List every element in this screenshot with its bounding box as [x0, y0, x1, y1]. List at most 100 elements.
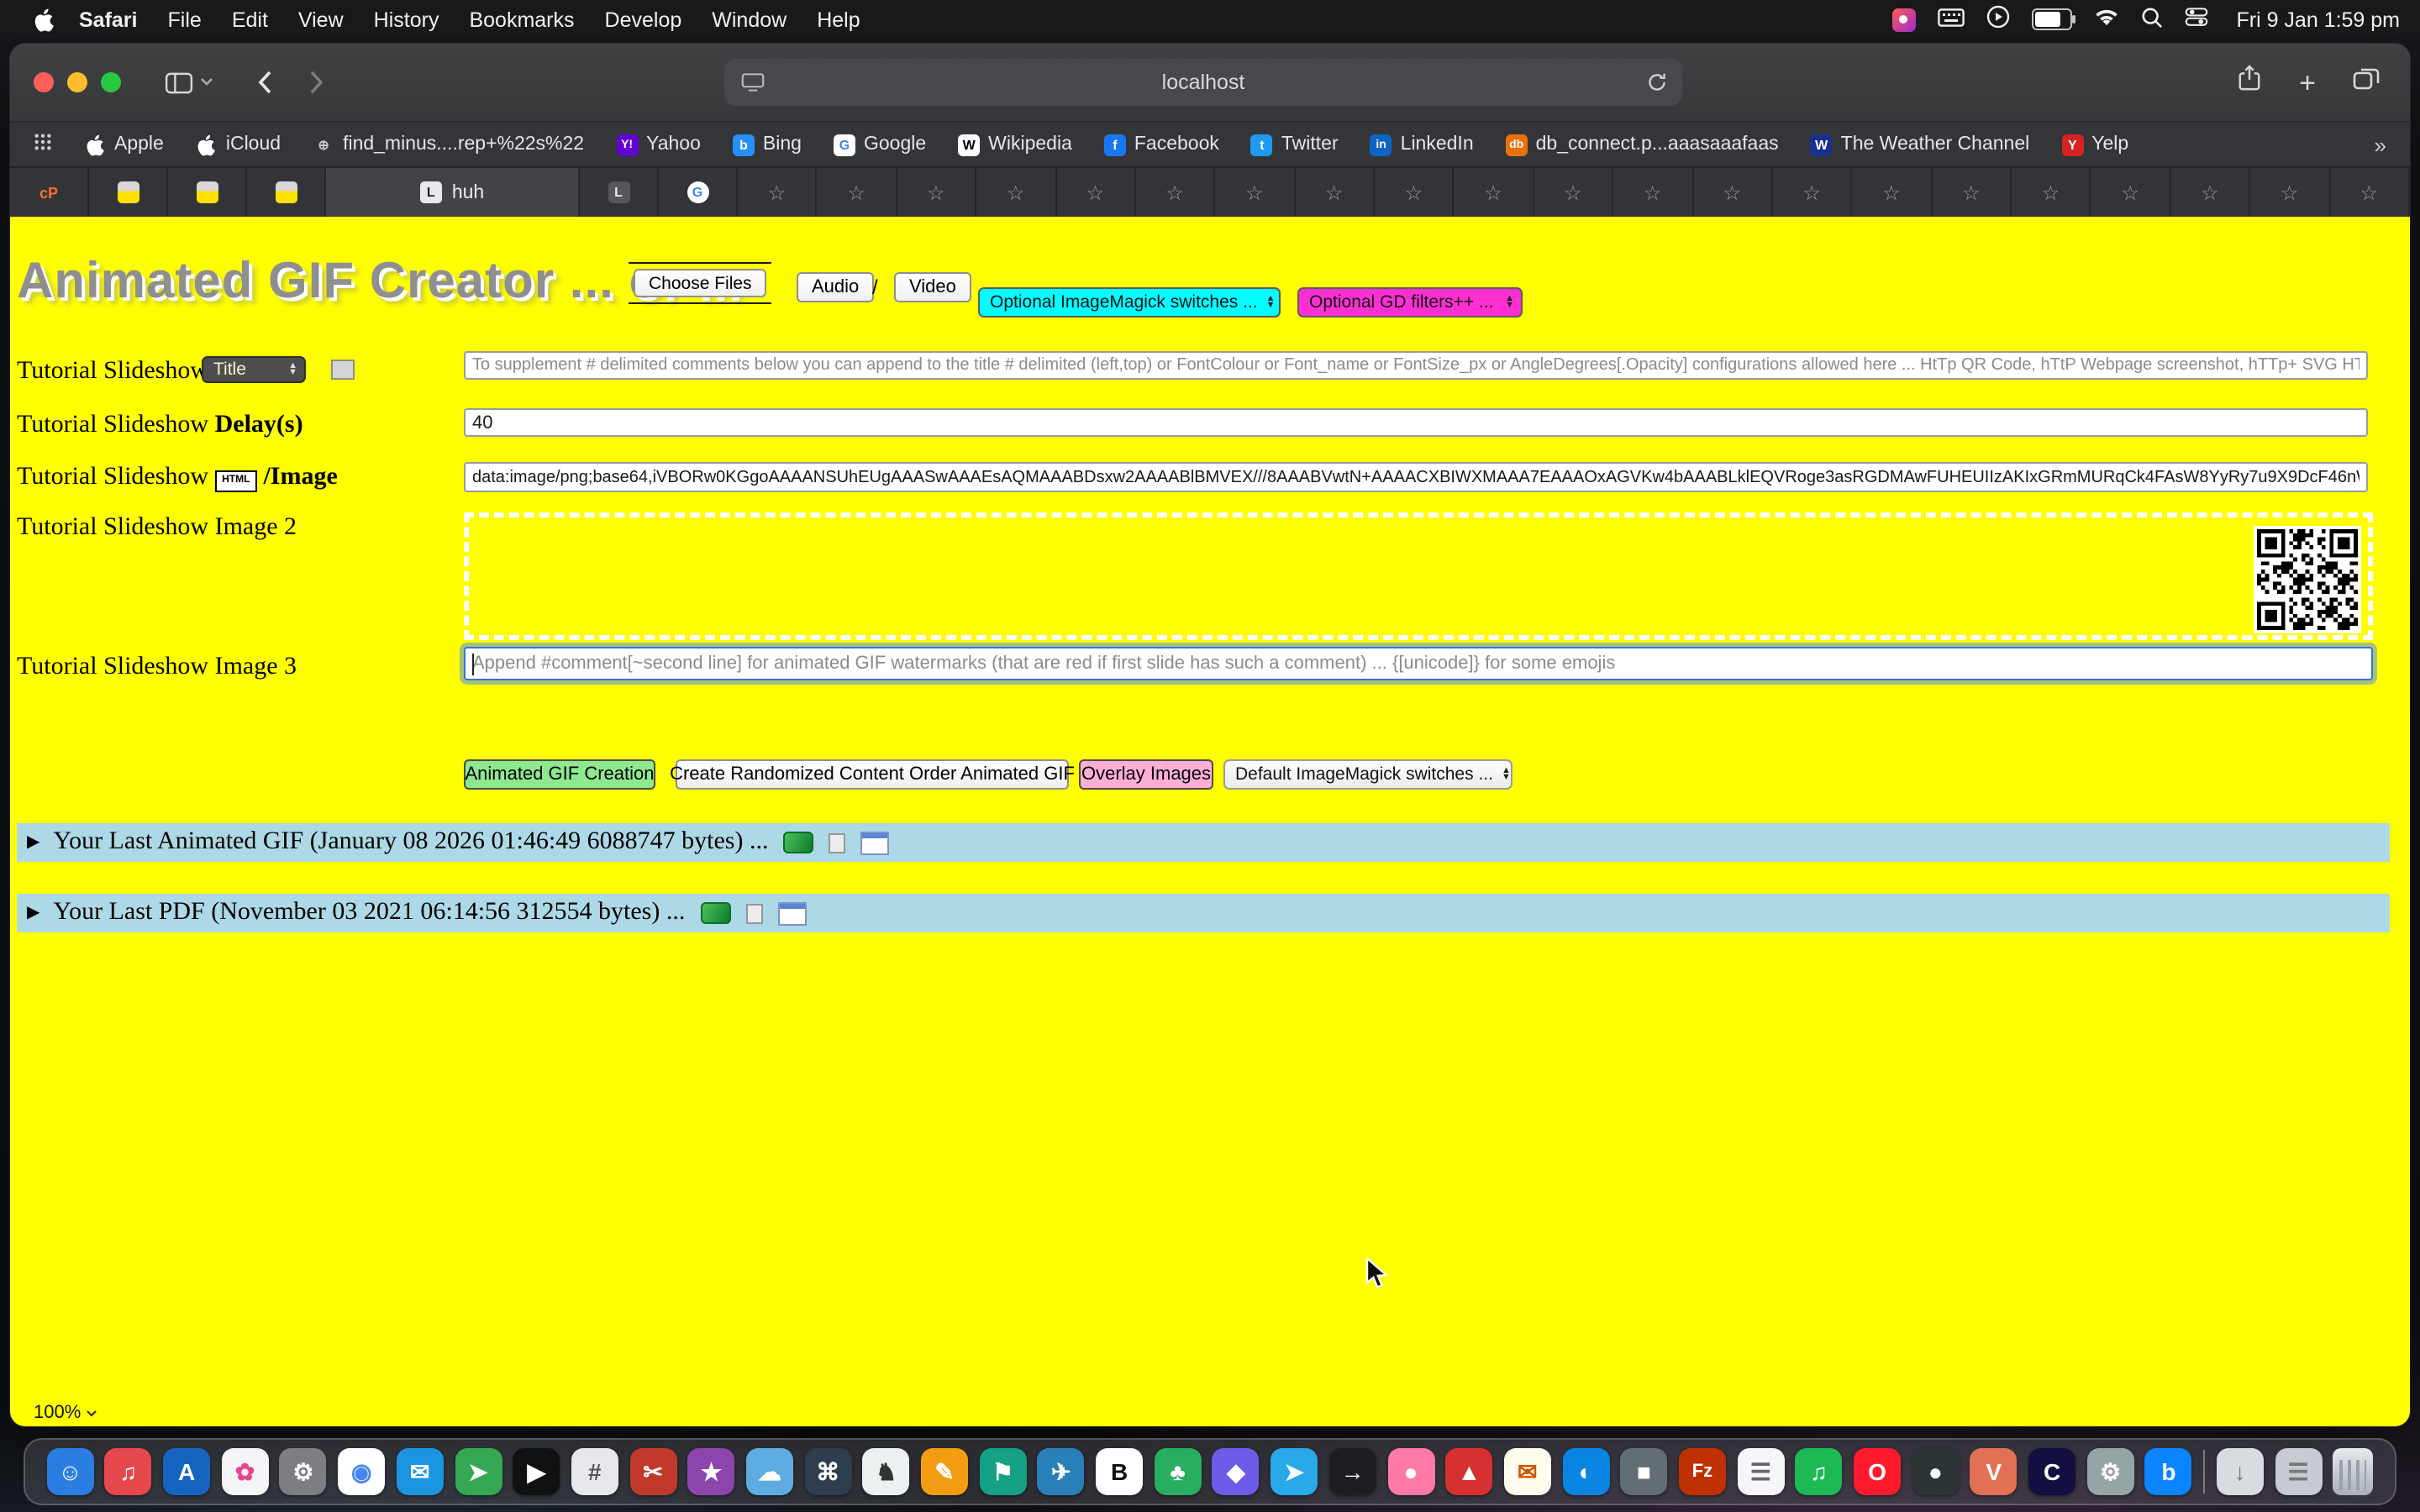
dock-weather-icon[interactable]: ☁ [746, 1448, 793, 1495]
animated-gif-creation-button[interactable]: Animated GIF Creation [464, 759, 655, 790]
dock-notes-icon[interactable]: ✎ [921, 1448, 968, 1495]
bookmark-item[interactable]: bBing [733, 134, 802, 155]
bookmark-item[interactable]: Y!Yahoo [616, 134, 701, 155]
delay-input[interactable] [464, 408, 2368, 437]
image2-dropzone[interactable] [464, 512, 2373, 640]
menu-item-window[interactable]: Window [697, 8, 802, 31]
dock-opera-icon[interactable]: O [1854, 1448, 1901, 1495]
empty-favorite-tab[interactable]: ☆ [1853, 168, 1933, 217]
bookmarks-grid-icon[interactable] [34, 133, 52, 156]
forward-button[interactable] [309, 71, 324, 94]
new-tab-icon[interactable]: + [2299, 68, 2316, 97]
bookmark-item[interactable]: WThe Weather Channel [1811, 134, 2030, 155]
disclosure-triangle-icon[interactable]: ▶ [27, 904, 39, 922]
sidebar-toggle-button[interactable] [165, 71, 213, 93]
bookmark-item[interactable]: inLinkedIn [1370, 134, 1474, 155]
bookmark-item[interactable]: WWikipedia [958, 134, 1072, 155]
image-data-input[interactable] [464, 462, 2368, 492]
dock-cut-app-icon[interactable]: ✂ [629, 1448, 676, 1495]
dock-gear-app-icon[interactable]: ⚙ [2087, 1448, 2134, 1495]
menu-item-view[interactable]: View [283, 8, 359, 31]
browser-tab[interactable] [247, 168, 326, 217]
bookmark-item[interactable]: ⊕find_minus....rep+%22s%22 [313, 134, 584, 155]
spotlight-search-icon[interactable] [2140, 6, 2162, 33]
share-icon[interactable] [2237, 64, 2262, 101]
audio-button[interactable]: Audio [797, 272, 874, 302]
menu-item-history[interactable]: History [359, 8, 455, 31]
dock-maps-icon[interactable]: ➤ [455, 1448, 502, 1495]
dock-night-app-icon[interactable]: C [2028, 1448, 2075, 1495]
dock-chrome-icon[interactable]: ◉ [338, 1448, 385, 1495]
dock-telegram-icon[interactable]: ➤ [1270, 1448, 1318, 1495]
bookmark-item[interactable]: Apple [84, 134, 164, 155]
dock-mail-icon[interactable]: ✉ [397, 1448, 444, 1495]
empty-favorite-tab[interactable]: ☆ [818, 168, 897, 217]
bookmark-item[interactable]: iCloud [196, 134, 281, 155]
browser-tab[interactable] [168, 168, 247, 217]
play-icon[interactable] [1986, 5, 2009, 34]
menu-item-safari[interactable]: Safari [64, 8, 153, 31]
dock-filezilla-icon[interactable]: Fz [1679, 1448, 1726, 1495]
dock-alert-app-icon[interactable]: ▲ [1445, 1448, 1492, 1495]
empty-favorite-tab[interactable]: ☆ [1295, 168, 1375, 217]
empty-favorite-tab[interactable]: ☆ [1932, 168, 2012, 217]
empty-favorite-tab[interactable]: ☆ [1534, 168, 1614, 217]
dock-docs-icon[interactable]: ☰ [1737, 1448, 1784, 1495]
browser-tab[interactable]: L [580, 168, 659, 217]
dock-finder-icon[interactable]: ☺ [46, 1448, 93, 1495]
apple-menu-icon[interactable] [34, 8, 54, 31]
dock-clover-app-icon[interactable]: ♣ [1155, 1448, 1202, 1495]
dock-music-icon[interactable]: ♫ [105, 1448, 152, 1495]
empty-favorite-tab[interactable]: ☆ [738, 168, 818, 217]
dock-mail-2-icon[interactable]: ✉ [1504, 1448, 1551, 1495]
empty-favorite-tab[interactable]: ☆ [1056, 168, 1136, 217]
gif-preview-icon[interactable] [783, 832, 813, 853]
dock-spotify-icon[interactable]: ♫ [1796, 1448, 1843, 1495]
choose-files-button[interactable]: Choose Files [634, 269, 767, 297]
address-bar[interactable]: localhost [724, 59, 1682, 106]
menu-item-help[interactable]: Help [802, 8, 875, 31]
empty-favorite-tab[interactable]: ☆ [1455, 168, 1534, 217]
trash-icon[interactable] [2333, 1448, 2373, 1495]
bookmark-item[interactable]: dbdb_connect.p...aaasaaafaas [1506, 134, 1779, 155]
reload-icon[interactable] [1647, 72, 1667, 97]
gd-filters-select[interactable]: Optional GD filters++ ... ▲▼ [1297, 287, 1523, 318]
dock-downloads-folder-icon[interactable]: ↓ [2217, 1448, 2264, 1495]
browser-tab[interactable]: cP [10, 168, 89, 217]
control-center-icon[interactable] [2184, 5, 2207, 34]
gif-document-icon[interactable] [829, 832, 845, 853]
dock-bluetooth-icon[interactable]: b [2145, 1448, 2192, 1495]
dock-app-store-icon[interactable]: A [163, 1448, 210, 1495]
empty-favorite-tab[interactable]: ☆ [2250, 168, 2330, 217]
battery-icon[interactable] [2031, 8, 2071, 30]
dock-eclipse-icon[interactable]: ● [1912, 1448, 1959, 1495]
dock-dot-app-icon[interactable]: ● [1387, 1448, 1434, 1495]
dock-launchpad-icon[interactable]: # [571, 1448, 618, 1495]
menu-item-bookmarks[interactable]: Bookmarks [454, 8, 589, 31]
bookmark-item[interactable]: YYelp [2061, 134, 2128, 155]
dock-star-app-icon[interactable]: ★ [688, 1448, 735, 1495]
empty-favorite-tab[interactable]: ☆ [976, 168, 1056, 217]
empty-favorite-tab[interactable]: ☆ [2330, 168, 2410, 217]
empty-favorite-tab[interactable]: ☆ [2012, 168, 2091, 217]
default-imagemagick-select[interactable]: Default ImageMagick switches ... ▲▼ [1223, 759, 1512, 790]
bookmark-item[interactable]: tTwitter [1251, 134, 1339, 155]
browser-tab[interactable] [89, 168, 168, 217]
menu-item-develop[interactable]: Develop [590, 8, 697, 31]
dock-square-app-icon[interactable]: ■ [1621, 1448, 1668, 1495]
bookmarks-overflow-chevron[interactable]: » [2375, 132, 2386, 157]
wifi-icon[interactable] [2093, 8, 2118, 31]
title-select[interactable]: Title ▲▼ [202, 356, 306, 383]
disclosure-triangle-icon[interactable]: ▶ [27, 833, 39, 852]
dock-bold-app-icon[interactable]: B [1096, 1448, 1143, 1495]
empty-favorite-tab[interactable]: ☆ [897, 168, 977, 217]
pdf-widget-icon[interactable] [777, 901, 806, 925]
empty-favorite-tab[interactable]: ☆ [1613, 168, 1693, 217]
dock-terminal-icon[interactable]: → [1329, 1448, 1376, 1495]
back-button[interactable] [257, 71, 272, 94]
dock-gem-app-icon[interactable]: ◆ [1213, 1448, 1260, 1495]
imagemagick-switches-select[interactable]: Optional ImageMagick switches ... ▲▼ [978, 287, 1281, 318]
empty-favorite-tab[interactable]: ☆ [2171, 168, 2251, 217]
dock-chess-icon[interactable]: ♞ [863, 1448, 910, 1495]
empty-favorite-tab[interactable]: ☆ [1136, 168, 1216, 217]
